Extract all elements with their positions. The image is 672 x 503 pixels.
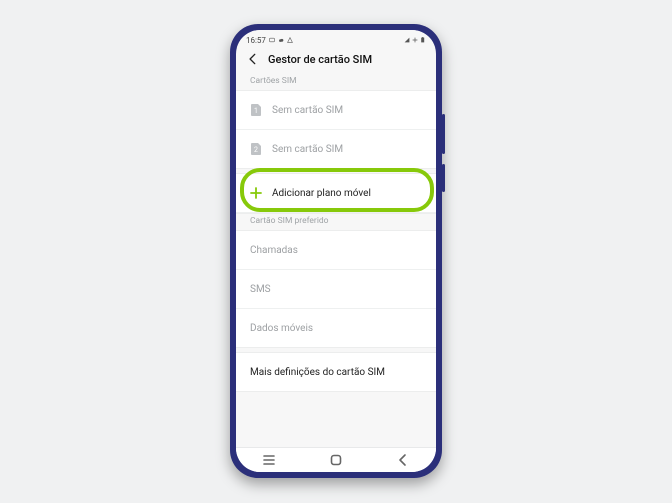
sim-slot-label: Sem cartão SIM — [272, 144, 422, 155]
clock: 16:57 — [246, 36, 266, 45]
preferred-data-label: Dados móveis — [250, 323, 422, 334]
home-icon[interactable] — [329, 453, 343, 467]
card-icon — [269, 37, 275, 43]
android-nav-bar — [236, 447, 436, 472]
section-sim-cards-label: Cartões SIM — [236, 74, 436, 90]
more-sim-settings-row[interactable]: Mais definições do cartão SIM — [236, 353, 436, 391]
recents-icon[interactable] — [262, 453, 276, 467]
warning-icon — [287, 37, 293, 43]
sim-card-icon: 1 — [250, 103, 262, 117]
sim-slot-label: Sem cartão SIM — [272, 105, 422, 116]
preferred-calls-row[interactable]: Chamadas — [236, 231, 436, 270]
preferred-sms-row[interactable]: SMS — [236, 270, 436, 309]
sim-slot-row[interactable]: 2 Sem cartão SIM — [236, 130, 436, 168]
preferred-calls-label: Chamadas — [250, 245, 422, 256]
preferred-sms-label: SMS — [250, 284, 422, 295]
nav-back-icon[interactable] — [396, 453, 410, 467]
sim-slot-row[interactable]: 1 Sem cartão SIM — [236, 91, 436, 130]
airplane-icon — [412, 37, 418, 43]
section-preferred-label: Cartão SIM preferido — [236, 214, 436, 230]
cloud-icon — [278, 37, 284, 43]
preferred-list: Chamadas SMS Dados móveis — [236, 230, 436, 348]
sim-slot-list: 1 Sem cartão SIM 2 Sem cartão SIM — [236, 90, 436, 169]
phone-frame: 16:57 — [230, 24, 442, 478]
signal-icon — [404, 37, 410, 43]
app-bar: Gestor de cartão SIM — [236, 48, 436, 74]
svg-text:2: 2 — [254, 146, 258, 154]
side-button — [442, 164, 445, 192]
side-button — [442, 114, 445, 154]
more-settings-list: Mais definições do cartão SIM — [236, 352, 436, 392]
preferred-data-row[interactable]: Dados móveis — [236, 309, 436, 347]
add-mobile-plan-label: Adicionar plano móvel — [272, 188, 422, 199]
svg-text:1: 1 — [254, 107, 258, 115]
battery-icon — [420, 37, 426, 43]
sim-card-icon: 2 — [250, 142, 262, 156]
more-sim-settings-label: Mais definições do cartão SIM — [250, 367, 422, 378]
back-icon[interactable] — [246, 52, 260, 66]
add-plan-list: Adicionar plano móvel — [236, 173, 436, 214]
page-title: Gestor de cartão SIM — [268, 53, 372, 66]
add-mobile-plan-button[interactable]: Adicionar plano móvel — [236, 174, 436, 213]
plus-icon — [250, 187, 262, 199]
screen: 16:57 — [236, 30, 436, 472]
status-bar: 16:57 — [236, 30, 436, 48]
